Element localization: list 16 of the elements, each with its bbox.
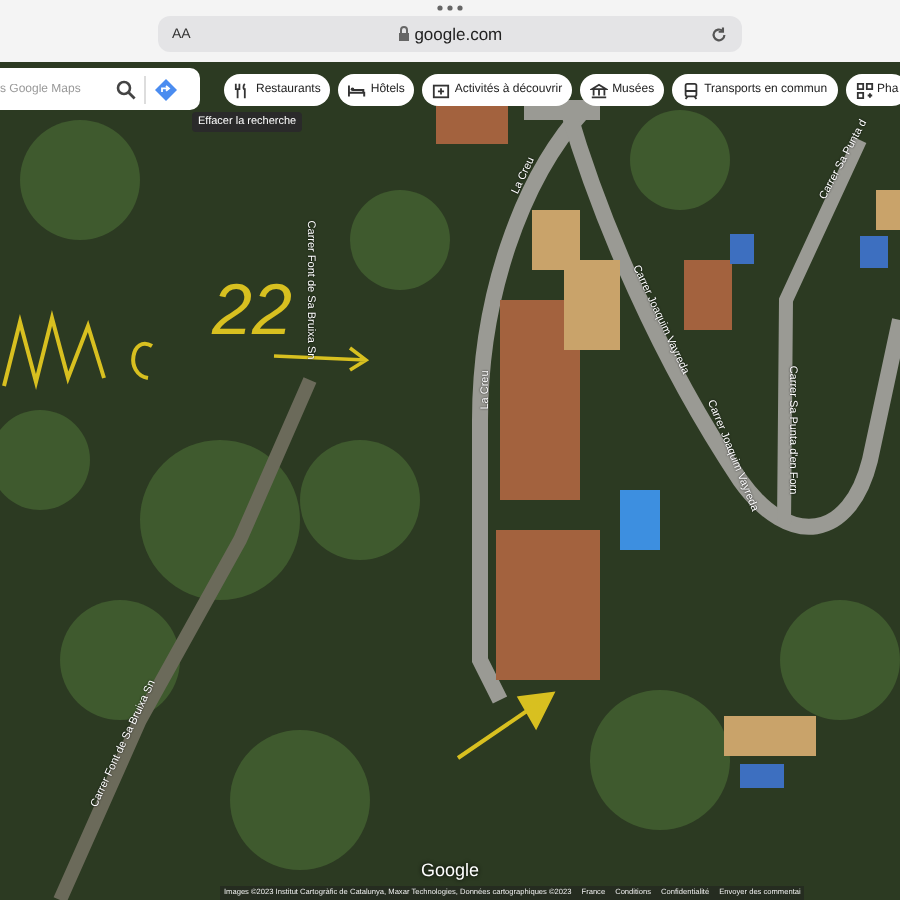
cutlery-icon: [234, 81, 252, 99]
google-logo: Google: [420, 860, 480, 880]
search-icon[interactable]: [116, 79, 136, 99]
more-dots-icon[interactable]: [436, 4, 464, 12]
grid-icon: [855, 81, 874, 99]
handwritten-annotation: 22: [212, 274, 293, 346]
reload-icon[interactable]: [709, 25, 728, 43]
bed-icon: [348, 81, 367, 99]
ticket-icon: [432, 81, 451, 99]
museum-icon: [590, 81, 609, 99]
annotation-arrow: [270, 344, 374, 372]
bus-icon: [682, 81, 701, 99]
lock-icon: [398, 26, 411, 42]
satellite-map-drawing[interactable]: [0, 62, 900, 900]
url-text: google.com: [414, 24, 503, 44]
directions-icon[interactable]: [154, 77, 178, 101]
